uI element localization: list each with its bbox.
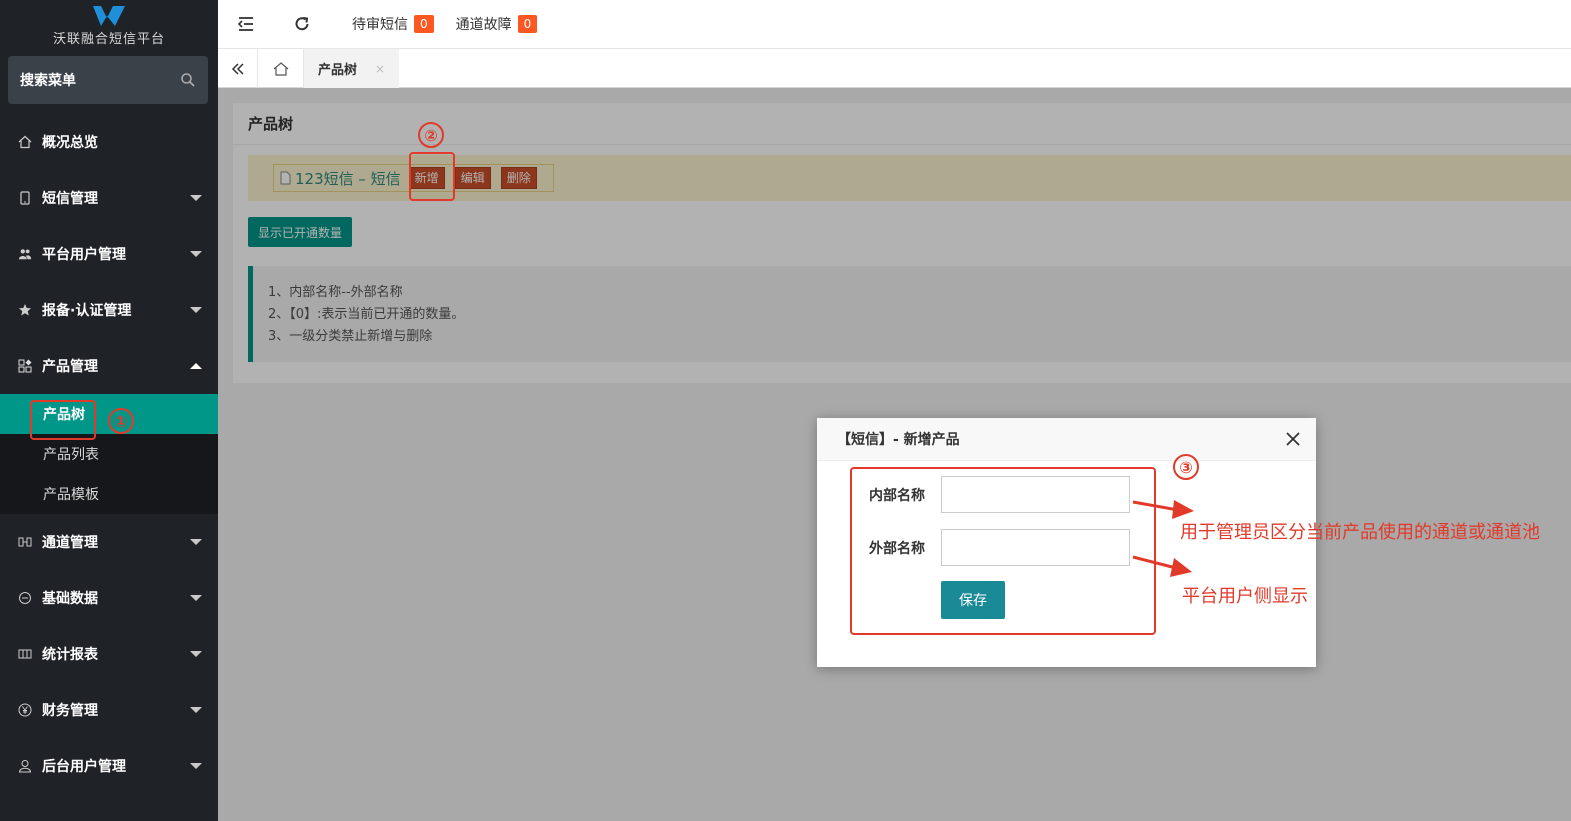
arrow-head-2 [1170, 558, 1192, 577]
annotation-arrows [1132, 500, 1194, 577]
annotation-outer-desc: 平台用户侧显示 [1182, 586, 1308, 607]
annotation-inner-desc: 用于管理员区分当前产品使用的通道或通道池 [1180, 522, 1540, 543]
arrow-head-1 [1172, 500, 1194, 519]
arrow-line-2 [1132, 555, 1177, 570]
arrow-line-1 [1132, 500, 1179, 512]
